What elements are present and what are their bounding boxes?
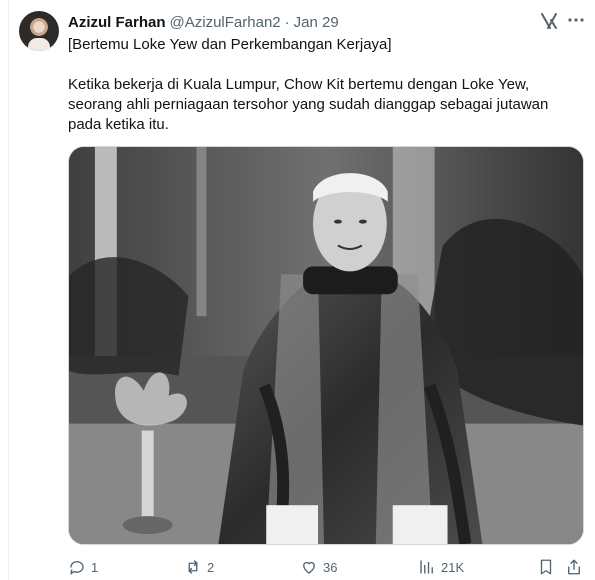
share-button[interactable]	[565, 556, 583, 578]
more-icon[interactable]	[566, 10, 586, 30]
tweet-title: [Bertemu Loke Yew dan Perkembangan Kerja…	[68, 36, 392, 53]
repost-icon	[188, 560, 198, 574]
reply-icon	[70, 561, 84, 575]
reply-button[interactable]: 1	[68, 556, 98, 578]
tweet-photo[interactable]	[68, 146, 584, 545]
like-icon	[303, 561, 315, 574]
tweet-actions: 1 2 36 21K	[68, 556, 585, 578]
bookmark-button[interactable]	[537, 556, 555, 578]
like-count: 36	[323, 559, 338, 575]
avatar-shirt	[28, 38, 50, 51]
views-button[interactable]: 21K	[418, 556, 464, 578]
left-divider	[8, 0, 9, 580]
reply-count: 1	[91, 559, 99, 575]
like-button[interactable]: 36	[300, 556, 337, 578]
user-handle[interactable]: @AzizulFarhan2	[170, 14, 281, 31]
repost-button[interactable]: 2	[184, 556, 214, 578]
bookmark-icon	[540, 559, 552, 575]
repost-count: 2	[207, 559, 215, 575]
historical-portrait-photo	[69, 147, 583, 544]
view-count: 21K	[441, 559, 465, 575]
avatar[interactable]	[19, 11, 59, 51]
separator-dot: ·	[284, 13, 290, 31]
post-date[interactable]: Jan 29	[294, 14, 339, 31]
display-name[interactable]: Azizul Farhan	[68, 14, 166, 31]
views-icon	[420, 560, 433, 574]
tweet-body: Ketika bekerja di Kuala Lumpur, Chow Kit…	[68, 76, 549, 133]
grok-icon[interactable]	[539, 11, 559, 31]
share-icon	[568, 559, 580, 575]
tweet-header: Azizul Farhan @AzizulFarhan2 · Jan 29	[68, 12, 575, 32]
